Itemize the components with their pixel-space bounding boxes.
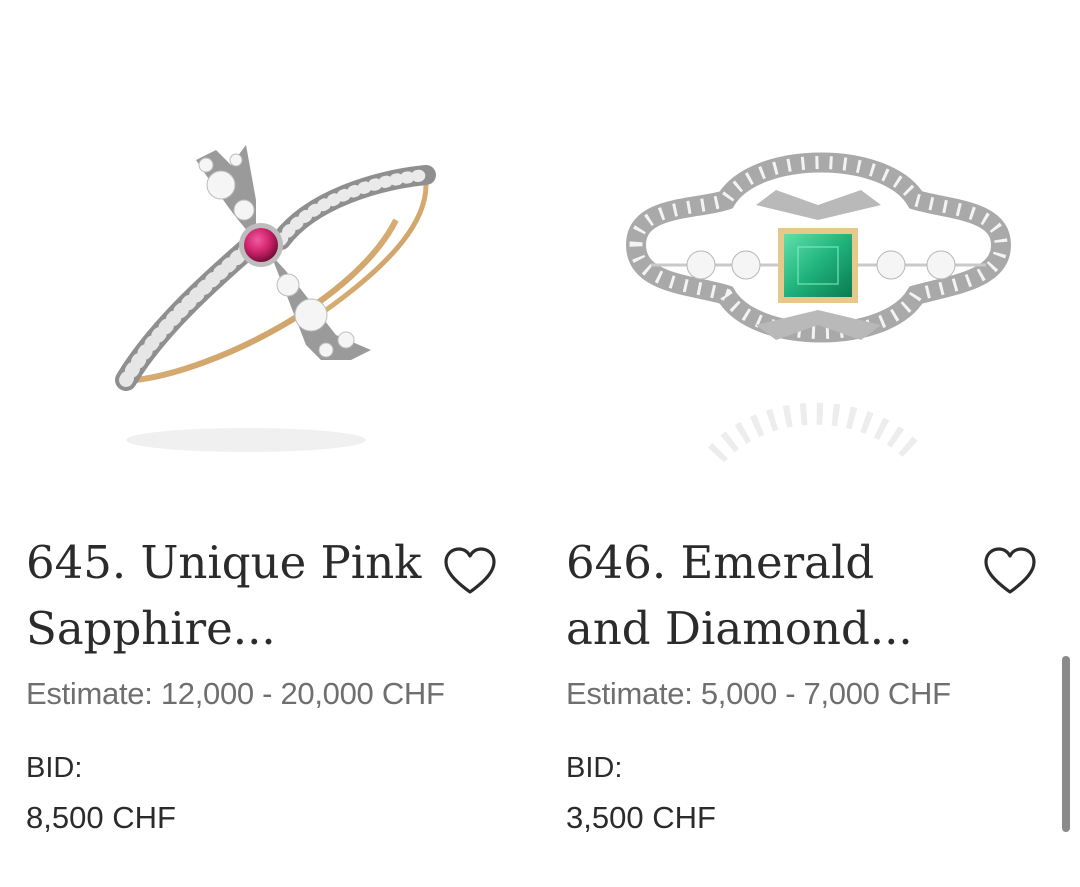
lot-image-brooch[interactable]: [606, 110, 1066, 490]
lot-title[interactable]: 646. Emerald and Diamond...: [566, 530, 966, 662]
bid-value: 8,500 CHF: [26, 800, 176, 835]
lot-image-bangle[interactable]: [96, 110, 556, 490]
vertical-scrollbar[interactable]: [1062, 656, 1070, 832]
bid-label: BID:: [26, 752, 83, 784]
heart-outline-icon: [984, 547, 1036, 594]
pink-sapphire-bangle-image: [115, 145, 436, 452]
heart-outline-icon: [444, 547, 496, 594]
lot-estimate: Estimate: 5,000 - 7,000 CHF: [566, 676, 951, 711]
bid-label: BID:: [566, 752, 623, 784]
favorite-button[interactable]: [442, 544, 498, 600]
favorite-button[interactable]: [982, 544, 1038, 600]
lot-card-645[interactable]: 645. Unique Pink Sapphire... Estimate: 1…: [26, 0, 526, 887]
bid-value: 3,500 CHF: [566, 800, 716, 835]
emerald-diamond-brooch-image: [625, 152, 1012, 463]
lot-title[interactable]: 645. Unique Pink Sapphire...: [26, 530, 426, 662]
lot-card-646[interactable]: 646. Emerald and Diamond... Estimate: 5,…: [566, 0, 1066, 887]
lot-estimate: Estimate: 12,000 - 20,000 CHF: [26, 676, 445, 711]
